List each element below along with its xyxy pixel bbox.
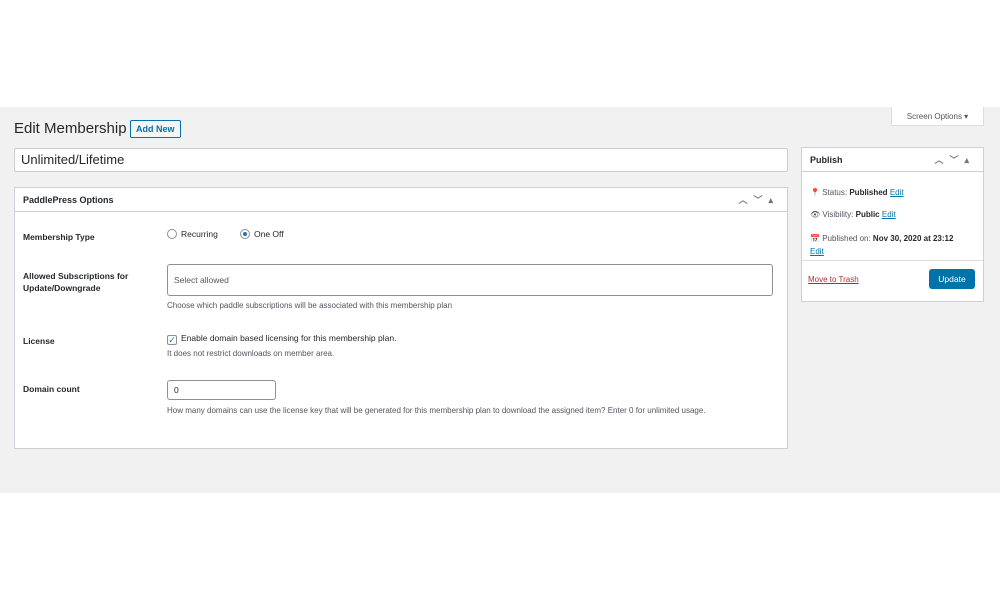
box-controls[interactable]: ︿﹀▴: [934, 148, 975, 172]
checkbox-label: Enable domain based licensing for this m…: [181, 333, 397, 343]
edit-date-link[interactable]: Edit: [810, 247, 824, 256]
edit-visibility-link[interactable]: Edit: [882, 210, 896, 219]
add-new-button[interactable]: Add New: [130, 120, 181, 138]
post-title-input[interactable]: Unlimited/Lifetime: [14, 148, 788, 172]
membership-type-label: Membership Type: [23, 232, 95, 242]
box-title: PaddlePress Options: [23, 195, 114, 205]
radio-label: Recurring: [181, 229, 218, 239]
page-title: Edit Membership: [14, 120, 127, 137]
allowed-select[interactable]: Select allowed: [167, 264, 773, 296]
license-checkbox[interactable]: ✓ Enable domain based licensing for this …: [167, 333, 396, 345]
divider: [802, 260, 983, 261]
allowed-label: Allowed Subscriptions for Update/Downgra…: [23, 271, 129, 293]
publish-box: Publish ︿﹀▴ 📍 Status: Published Edit 👁 V…: [801, 147, 984, 302]
visibility-label: Visibility:: [822, 210, 854, 219]
domain-count-label: Domain count: [23, 384, 80, 394]
radio-icon[interactable]: [167, 229, 177, 239]
allowed-description: Choose which paddle subscriptions will b…: [167, 301, 453, 310]
radio-recurring[interactable]: Recurring: [167, 229, 218, 239]
edit-status-link[interactable]: Edit: [890, 188, 904, 197]
update-button[interactable]: Update: [929, 269, 975, 289]
pin-icon: 📍: [810, 188, 820, 197]
screen-options-button[interactable]: Screen Options ▾: [891, 107, 984, 126]
radio-one-off[interactable]: One Off: [240, 229, 284, 239]
checkbox-icon[interactable]: ✓: [167, 335, 177, 345]
paddlepress-options-box: PaddlePress Options ︿﹀▴ Membership Type …: [14, 187, 788, 449]
visibility-value: Public: [855, 210, 880, 219]
publish-title: Publish: [810, 155, 843, 165]
box-controls[interactable]: ︿﹀▴: [738, 188, 779, 212]
domain-count-description: How many domains can use the license key…: [167, 406, 706, 415]
published-value: Nov 30, 2020 at 23:12: [872, 234, 954, 243]
published-label: Published on:: [822, 234, 871, 243]
status-label: Status:: [822, 188, 848, 197]
license-label: License: [23, 336, 55, 346]
radio-icon[interactable]: [240, 229, 250, 239]
license-description: It does not restrict downloads on member…: [167, 349, 335, 358]
eye-icon: 👁: [810, 210, 821, 219]
status-value: Published: [849, 188, 888, 197]
move-to-trash-link[interactable]: Move to Trash: [808, 275, 859, 284]
domain-count-input[interactable]: 0: [167, 380, 276, 400]
calendar-icon: 📅: [810, 234, 820, 243]
radio-label: One Off: [254, 229, 284, 239]
